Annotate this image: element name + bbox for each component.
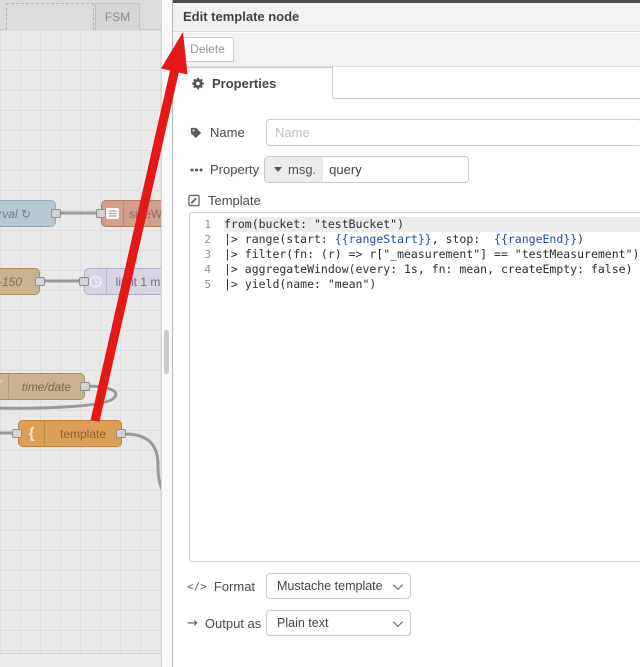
function-icon: f xyxy=(0,374,9,399)
edit-node-dialog: Edit template node Delete Properties Nam… xyxy=(172,0,640,667)
chevron-down-icon xyxy=(392,579,403,590)
output-as-label-text: Output as xyxy=(204,616,262,631)
flow-tab-fsm[interactable]: FSM xyxy=(95,3,140,30)
template-label: Template xyxy=(187,187,261,214)
node-sinewave-label: sineWave xyxy=(128,206,161,221)
dialog-button-row: Delete xyxy=(173,33,640,67)
gear-icon xyxy=(191,77,205,90)
node-template-input-port[interactable] xyxy=(12,429,22,438)
node-limit[interactable]: limit 1 ms xyxy=(84,268,161,295)
node-template-label: template xyxy=(59,426,107,441)
node-s150[interactable]: s-150 xyxy=(0,268,40,295)
template-code-editor[interactable]: 1 from(bucket: "testBucket") 2 |> range(sta… xyxy=(189,212,640,562)
code-line[interactable]: 4 |> aggregateWindow(every: 1s, fn: mean,… xyxy=(190,262,640,277)
node-s150-label: s-150 xyxy=(0,274,23,289)
node-interval[interactable]: interval ↻ xyxy=(0,200,56,227)
ellipsis-icon xyxy=(189,168,203,172)
code-line[interactable]: 5 |> yield(name: "mean") xyxy=(190,277,640,292)
document-edit-icon xyxy=(187,194,201,207)
format-select[interactable]: Mustache template xyxy=(266,573,411,599)
property-type-prefix: msg. xyxy=(288,162,317,177)
template-brace-icon: { xyxy=(19,421,45,446)
property-label-text: Property xyxy=(210,162,260,177)
workspace-footer xyxy=(0,653,161,667)
code-lines: 1 from(bucket: "testBucket") 2 |> range(sta… xyxy=(190,213,640,292)
format-select-value: Mustache template xyxy=(277,579,383,593)
code-line[interactable]: 3 |> filter(fn: (r) => r["_measurement"] … xyxy=(190,247,640,262)
node-timedate-output-port[interactable] xyxy=(80,382,90,391)
name-input[interactable] xyxy=(266,119,640,146)
node-timedate[interactable]: f time/date xyxy=(0,373,85,400)
output-as-label: → Output as xyxy=(187,610,261,637)
tab-properties-label: Properties xyxy=(212,75,277,91)
name-label-text: Name xyxy=(210,125,245,140)
workspace-scrollbar-thumb[interactable] xyxy=(164,330,169,374)
format-label: </> Format xyxy=(187,573,255,600)
node-template-output-port[interactable] xyxy=(116,429,126,438)
code-brackets-icon: </> xyxy=(187,580,207,593)
format-label-text: Format xyxy=(213,579,256,594)
node-s150-output-port[interactable] xyxy=(35,277,45,286)
node-sinewave[interactable]: sineWave xyxy=(101,200,161,227)
property-value[interactable]: query xyxy=(323,162,362,177)
dialog-header: Edit template node xyxy=(173,3,640,32)
property-type-button[interactable]: msg. xyxy=(265,157,324,182)
flow-tab-partial xyxy=(6,3,94,30)
output-as-select[interactable]: Plain text xyxy=(266,610,411,636)
node-interval-output-port[interactable] xyxy=(51,209,61,218)
flow-tabbar: FSM xyxy=(0,0,161,30)
property-label: Property xyxy=(189,156,259,183)
property-typed-input[interactable]: msg. query xyxy=(264,156,469,183)
chevron-down-icon xyxy=(392,616,403,627)
flow-workspace[interactable]: interval ↻ sineWave s-150 limit 1 ms f t… xyxy=(0,0,161,667)
dialog-tab-row: Properties xyxy=(173,67,640,99)
workspace-scrollbar[interactable] xyxy=(161,0,172,667)
node-interval-label: interval ↻ xyxy=(0,206,32,221)
delete-button[interactable]: Delete xyxy=(181,37,234,62)
node-limit-label: limit 1 ms xyxy=(115,274,161,289)
name-label: Name xyxy=(189,119,245,146)
node-limit-input-port[interactable] xyxy=(79,277,89,286)
tag-icon xyxy=(189,127,203,139)
node-template[interactable]: { template xyxy=(18,420,122,447)
code-line[interactable]: 1 from(bucket: "testBucket") xyxy=(190,217,640,232)
code-line[interactable]: 2 |> range(start: {{rangeStart}}, stop: {… xyxy=(190,232,640,247)
workspace-grid[interactable] xyxy=(0,30,161,653)
template-label-text: Template xyxy=(208,193,261,208)
output-as-select-value: Plain text xyxy=(277,616,329,630)
tab-properties[interactable]: Properties xyxy=(173,67,333,99)
caret-down-icon xyxy=(274,167,282,172)
dialog-title: Edit template node xyxy=(183,9,300,24)
node-timedate-label: time/date xyxy=(21,379,72,394)
dialog-body: Name Property msg. query Template 1f xyxy=(173,99,640,667)
node-sinewave-input-port[interactable] xyxy=(96,209,106,218)
right-arrow-icon: → xyxy=(187,616,198,631)
